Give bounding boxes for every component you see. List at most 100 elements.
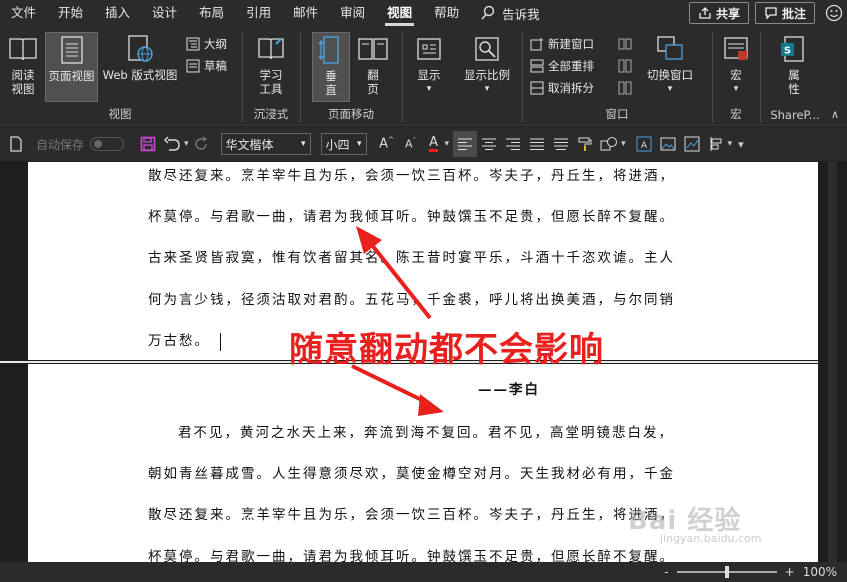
baidu-watermark-url: jingyan.baidu.com — [660, 532, 762, 545]
align-center-icon[interactable] — [477, 131, 501, 157]
switch-windows-dropdown-icon: ▾ — [667, 84, 673, 94]
page-movement-group-label: 页面移动 — [328, 107, 374, 121]
zoom-dropdown-icon: ▾ — [484, 84, 490, 94]
switch-windows-label: 切换窗口 — [647, 68, 693, 82]
reset-window-button[interactable] — [618, 78, 632, 98]
split-button[interactable]: 取消拆分 — [530, 78, 594, 98]
web-layout-button[interactable]: Web 版式视图 — [100, 32, 180, 82]
outline-icon — [186, 37, 200, 51]
show-label: 显示 — [417, 68, 441, 82]
tab-view[interactable]: 视图 — [376, 0, 423, 26]
font-color-icon[interactable]: A — [423, 131, 445, 157]
sharepoint-group-label: ShareP... — [770, 108, 820, 122]
arrange-all-button[interactable]: 全部重排 — [530, 56, 594, 76]
properties-button[interactable]: S 属 性 — [774, 32, 814, 96]
undo-icon[interactable] — [160, 131, 184, 157]
draft-button[interactable]: 草稿 — [186, 56, 227, 76]
comments-button[interactable]: 批注 — [754, 2, 815, 24]
show-button[interactable]: 显示 ▾ — [408, 32, 450, 96]
arrange-dropdown-icon[interactable]: ▾ — [728, 139, 733, 149]
zoom-percent[interactable]: 100% — [803, 565, 837, 579]
tab-file[interactable]: 文件 — [0, 0, 47, 26]
zoom-button[interactable]: 显示比例 ▾ — [458, 32, 516, 96]
switch-windows-button[interactable]: 切换窗口 ▾ — [642, 32, 698, 96]
read-mode-button[interactable]: 阅读 视图 — [4, 32, 42, 96]
macros-button[interactable]: 宏 ▾ — [718, 32, 754, 96]
new-doc-icon[interactable] — [4, 131, 28, 157]
text-box-icon[interactable]: A — [632, 131, 656, 157]
scrollbar-thumb[interactable] — [828, 162, 837, 562]
tab-help[interactable]: 帮助 — [423, 0, 470, 26]
comments-label: 批注 — [781, 6, 806, 21]
text-line: 散尽还复来。烹羊宰牛且为乐，会须一饮三百杯。岑夫子，丹丘生，将进酒， — [148, 507, 675, 523]
outline-button[interactable]: 大纲 — [186, 34, 227, 54]
sync-scroll-button[interactable] — [618, 56, 632, 76]
font-name-dropdown-icon: ▾ — [301, 139, 306, 149]
views-group: 阅读 视图 页面视图 Web 版式视图 大纲 草稿 视图 — [0, 26, 240, 126]
arrange-all-label: 全部重排 — [548, 59, 594, 73]
font-size-select[interactable]: 小四 ▾ — [320, 133, 367, 155]
ribbon-divider — [712, 32, 713, 122]
ribbon: 阅读 视图 页面视图 Web 版式视图 大纲 草稿 视图 学习 工具 沉浸式 垂… — [0, 26, 847, 126]
tab-design[interactable]: 设计 — [141, 0, 188, 26]
shapes-dropdown-icon[interactable]: ▾ — [621, 139, 626, 149]
tab-insert[interactable]: 插入 — [94, 0, 141, 26]
font-size-dropdown-icon: ▾ — [357, 139, 362, 149]
new-window-button[interactable]: 新建窗口 — [530, 34, 594, 54]
zoom-slider[interactable] — [676, 566, 777, 578]
learning-tools-button[interactable]: 学习 工具 — [252, 32, 290, 96]
sharepoint-group: S 属 性 ShareP... — [762, 26, 828, 126]
side-to-side-button[interactable]: 翻 页 — [354, 32, 392, 96]
shapes-icon[interactable] — [597, 131, 621, 157]
zoom-label: 显示比例 — [464, 68, 510, 82]
author-line: ——李白 — [478, 382, 540, 398]
font-color-dropdown-icon[interactable]: ▾ — [445, 139, 450, 149]
feedback-smiley-icon[interactable] — [821, 2, 847, 24]
tell-me-box[interactable]: 告诉我 — [470, 4, 540, 23]
align-left-icon[interactable] — [453, 131, 478, 157]
collapse-ribbon-icon[interactable]: ∧ — [831, 108, 839, 121]
arrange-icon[interactable] — [704, 131, 728, 157]
window-group-label: 窗口 — [605, 107, 629, 121]
autosave-toggle[interactable] — [90, 137, 125, 151]
zoom-out-button[interactable]: - — [664, 565, 668, 579]
reset-window-icon — [618, 81, 632, 95]
justify-icon[interactable] — [525, 131, 549, 157]
tab-references[interactable]: 引用 — [235, 0, 282, 26]
draft-label: 草稿 — [204, 59, 227, 73]
print-layout-button[interactable]: 页面视图 — [45, 32, 98, 102]
sharepoint-icon: S — [781, 36, 804, 62]
view-side-by-side-button[interactable] — [618, 34, 632, 54]
tab-layout[interactable]: 布局 — [188, 0, 235, 26]
tab-review[interactable]: 审阅 — [329, 0, 376, 26]
globe-page-icon — [128, 35, 153, 62]
shrink-font-icon[interactable]: Aˇ — [399, 131, 423, 157]
picture-icon[interactable] — [656, 131, 680, 157]
text-line: 何为言少钱，径须沽取对君酌。五花马，千金裘，呼儿将出换美酒，与尔同销 — [148, 292, 675, 308]
zoom-in-button[interactable]: + — [785, 565, 795, 579]
tab-home[interactable]: 开始 — [47, 0, 94, 26]
distributed-icon[interactable] — [549, 131, 573, 157]
share-button[interactable]: 共享 — [688, 2, 749, 24]
grow-font-icon[interactable]: A^ — [375, 131, 399, 157]
views-group-label: 视图 — [108, 107, 132, 121]
new-window-label: 新建窗口 — [548, 37, 594, 51]
chart-icon[interactable] — [680, 131, 704, 157]
format-painter-icon[interactable] — [573, 131, 597, 157]
save-icon[interactable] — [136, 131, 160, 157]
annotation-caption: 随意翻动都不会影响 — [289, 330, 604, 370]
tell-me-label: 告诉我 — [502, 6, 540, 22]
share-icon — [699, 7, 711, 19]
align-right-icon[interactable] — [501, 131, 525, 157]
redo-icon[interactable] — [189, 131, 213, 157]
tab-mailings[interactable]: 邮件 — [282, 0, 329, 26]
macros-icon — [724, 37, 748, 60]
outline-label: 大纲 — [204, 37, 227, 51]
magnifier-icon — [475, 37, 499, 61]
vertical-scrollbar[interactable] — [818, 162, 847, 562]
learning-tools-label: 学习 工具 — [259, 68, 283, 96]
text-line: 散尽还复来。烹羊宰牛且为乐，会须一饮三百杯。岑夫子，丹丘生，将进酒， — [148, 168, 675, 184]
vertical-button[interactable]: 垂 直 — [312, 32, 350, 102]
font-name-select[interactable]: 华文楷体 ▾ — [220, 133, 311, 155]
toolbar-overflow-icon[interactable]: ▾ — [738, 138, 744, 151]
